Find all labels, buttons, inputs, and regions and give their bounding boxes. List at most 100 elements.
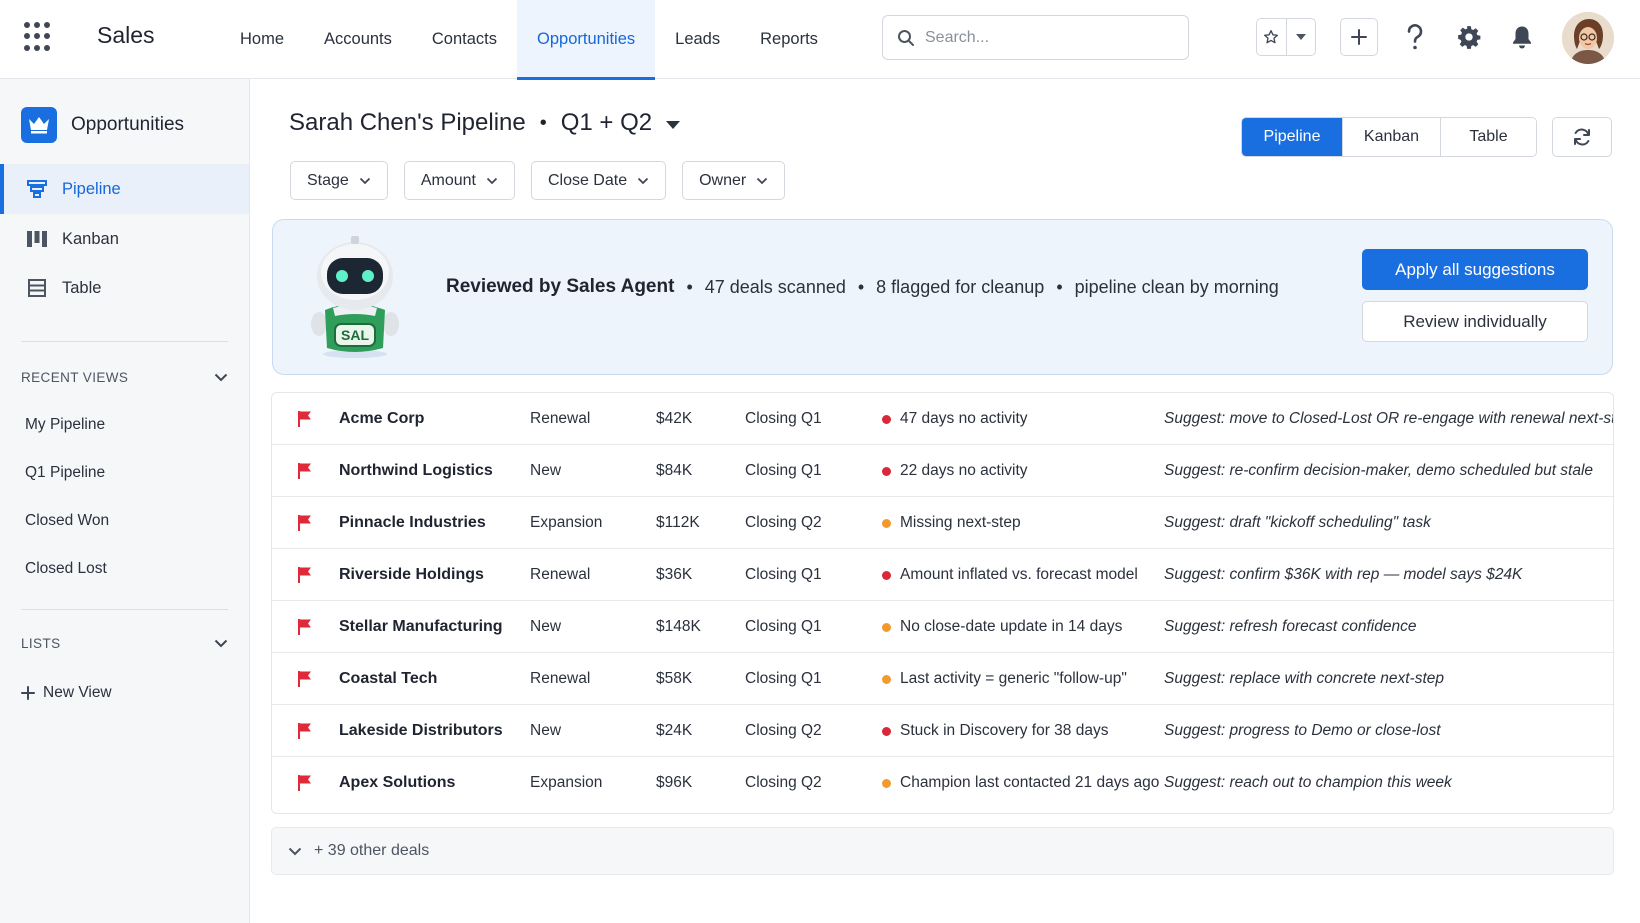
chevron-down-icon (757, 177, 768, 184)
deal-issue: Missing next-step (900, 514, 1021, 531)
deal-amount: $96K (656, 774, 693, 791)
deal-name: Apex Solutions (339, 774, 456, 791)
new-view-button[interactable]: New View (21, 684, 112, 702)
favorites-group (1256, 18, 1316, 56)
deal-row[interactable]: Stellar Manufacturing New $148K Closing … (272, 601, 1613, 653)
refresh-icon (1574, 128, 1590, 146)
refresh-button[interactable] (1552, 117, 1612, 157)
flag-icon (297, 445, 313, 497)
favorites-menu-button[interactable] (1285, 19, 1316, 55)
deal-issue: Champion last contacted 21 days ago (900, 774, 1160, 791)
chevron-down-icon (637, 177, 649, 184)
deal-row[interactable]: Acme Corp Renewal $42K Closing Q1 47 day… (272, 393, 1613, 445)
filter-amount[interactable]: Amount (403, 161, 515, 200)
nav-reports[interactable]: Reports (740, 0, 838, 79)
recent-view-my-pipeline[interactable]: My Pipeline (25, 416, 105, 434)
deal-row[interactable]: Northwind Logistics New $84K Closing Q1 … (272, 445, 1613, 497)
crown-icon (21, 107, 57, 143)
deal-suggestion: Suggest: move to Closed-Lost OR re-engag… (1164, 410, 1614, 427)
filter-bar: Stage Amount Close Date Owner (290, 161, 786, 200)
severity-dot (882, 549, 891, 601)
deal-row[interactable]: Coastal Tech Renewal $58K Closing Q1 Las… (272, 653, 1613, 705)
favorites-button[interactable] (1257, 19, 1286, 55)
help-icon[interactable] (1400, 22, 1430, 52)
recent-view-q1-pipeline[interactable]: Q1 Pipeline (25, 464, 105, 482)
notifications-bell-icon[interactable] (1507, 22, 1537, 52)
flag-icon (297, 601, 313, 653)
nav-leads[interactable]: Leads (655, 0, 740, 79)
nav-accounts[interactable]: Accounts (304, 0, 412, 79)
chevron-down-icon (214, 373, 228, 382)
chevron-down-icon (359, 177, 370, 184)
deal-row[interactable]: Apex Solutions Expansion $96K Closing Q2… (272, 757, 1613, 809)
deal-row[interactable]: Pinnacle Industries Expansion $112K Clos… (272, 497, 1613, 549)
other-deals-label: + 39 other deals (314, 842, 430, 859)
search-input[interactable] (925, 28, 1165, 47)
view-kanban-button[interactable]: Kanban (1342, 118, 1440, 156)
deal-type: New (530, 618, 562, 635)
deal-name: Stellar Manufacturing (339, 618, 503, 635)
global-search[interactable] (882, 15, 1189, 60)
deal-issue: Stuck in Discovery for 38 days (900, 722, 1109, 739)
flagged-deals-list: Acme Corp Renewal $42K Closing Q1 47 day… (271, 392, 1614, 814)
nav-opportunities[interactable]: Opportunities (517, 0, 656, 80)
filter-close-date[interactable]: Close Date (530, 161, 667, 200)
deal-name: Acme Corp (339, 410, 425, 427)
caret-down-icon (1295, 34, 1306, 40)
severity-dot (882, 705, 891, 757)
filter-owner[interactable]: Owner (682, 161, 786, 200)
apply-all-suggestions-button[interactable]: Apply all suggestions (1362, 249, 1588, 290)
deal-suggestion: Suggest: confirm $36K with rep — model s… (1164, 566, 1523, 583)
sidebar-item-kanban[interactable]: Kanban (0, 214, 249, 264)
deal-name: Northwind Logistics (339, 462, 493, 479)
deal-amount: $148K (656, 618, 701, 635)
view-pipeline-button[interactable]: Pipeline (1242, 118, 1342, 156)
deal-issue: Amount inflated vs. forecast model (900, 566, 1138, 583)
global-create-button[interactable] (1340, 18, 1378, 56)
deal-row[interactable]: Riverside Holdings Renewal $36K Closing … (272, 549, 1613, 601)
lists-heading: LISTS (21, 636, 61, 651)
deal-issue: 47 days no activity (900, 410, 1028, 427)
nav-contacts[interactable]: Contacts (412, 0, 517, 79)
page-title: Sarah Chen's Pipeline • Q1 + Q2 (289, 109, 681, 137)
deal-amount: $112K (656, 514, 700, 531)
sidebar-divider (21, 609, 228, 610)
flag-icon (297, 497, 313, 549)
chevron-down-icon (486, 177, 498, 184)
kanban-icon (26, 228, 48, 250)
deal-close-period: Closing Q2 (745, 514, 822, 531)
app-launcher-icon[interactable] (24, 22, 54, 52)
nav-home[interactable]: Home (220, 0, 304, 79)
severity-dot (882, 757, 891, 809)
period-selector[interactable]: Q1 + Q2 (561, 109, 652, 137)
sidebar-item-pipeline[interactable]: Pipeline (0, 164, 249, 214)
period-caret-icon[interactable] (666, 109, 681, 137)
lists-section[interactable]: LISTS (21, 636, 228, 651)
separator: • (1056, 276, 1063, 297)
filter-label: Amount (420, 171, 476, 189)
recent-view-closed-won[interactable]: Closed Won (25, 512, 109, 530)
deal-close-period: Closing Q1 (745, 462, 822, 479)
deal-close-period: Closing Q2 (745, 774, 822, 791)
severity-dot (882, 497, 891, 549)
sidebar-item-table[interactable]: Table (0, 263, 249, 313)
review-individually-button[interactable]: Review individually (1362, 301, 1588, 342)
view-table-button[interactable]: Table (1440, 118, 1536, 156)
user-avatar[interactable] (1562, 12, 1614, 64)
expand-other-deals[interactable]: + 39 other deals (271, 827, 1614, 875)
deal-issue: No close-date update in 14 days (900, 618, 1123, 635)
deal-type: Renewal (530, 670, 591, 687)
settings-gear-icon[interactable] (1454, 22, 1484, 52)
filter-stage[interactable]: Stage (290, 161, 388, 200)
recent-views-section[interactable]: RECENT VIEWS (21, 370, 228, 385)
sidebar-item-label: Pipeline (62, 179, 121, 198)
filter-label: Stage (307, 171, 349, 189)
deal-suggestion: Suggest: reach out to champion this week (1164, 774, 1452, 791)
deal-type: Renewal (530, 410, 591, 427)
deal-close-period: Closing Q1 (745, 618, 822, 635)
deal-suggestion: Suggest: replace with concrete next-step (1164, 670, 1445, 687)
star-icon (1264, 30, 1279, 44)
recent-view-closed-lost[interactable]: Closed Lost (25, 560, 107, 578)
sidebar-divider (21, 341, 228, 342)
deal-row[interactable]: Lakeside Distributors New $24K Closing Q… (272, 705, 1613, 757)
